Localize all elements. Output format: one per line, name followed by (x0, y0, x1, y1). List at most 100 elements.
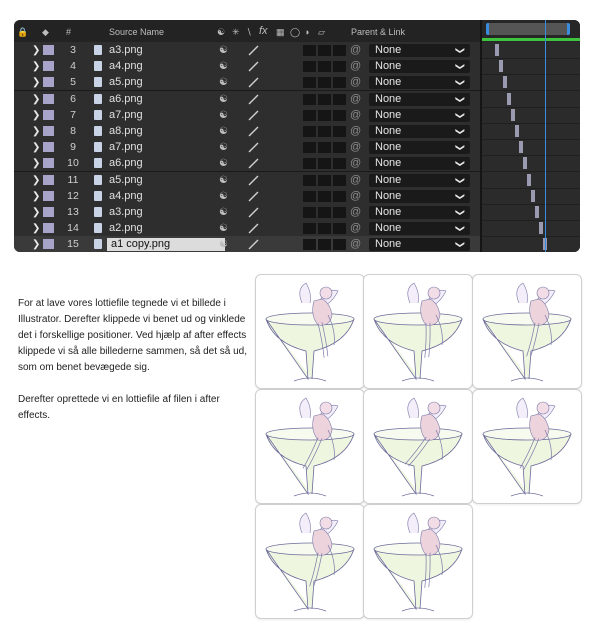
pick-whip-icon[interactable]: @ (350, 60, 361, 73)
label-color-swatch[interactable] (43, 174, 54, 185)
switch-box[interactable] (318, 207, 331, 218)
label-color-swatch[interactable] (43, 207, 54, 217)
switch-box[interactable] (318, 174, 331, 186)
quality-toggle-icon[interactable] (247, 190, 259, 202)
pick-whip-icon[interactable]: @ (350, 174, 361, 187)
layer-row[interactable]: ❯ 9 a7.png ☯ @ None ❯ (14, 139, 480, 157)
quality-toggle-icon[interactable] (247, 60, 259, 72)
expand-chevron-icon[interactable]: ❯ (32, 141, 40, 154)
timeline-area[interactable] (482, 20, 580, 252)
timeline-row[interactable] (482, 123, 580, 140)
parent-dropdown[interactable]: None ❯ (369, 173, 470, 187)
shy-toggle-icon[interactable]: ☯ (219, 222, 228, 235)
pick-whip-icon[interactable]: @ (350, 190, 361, 203)
parent-dropdown[interactable]: None ❯ (369, 60, 470, 74)
layer-duration-bar[interactable] (515, 125, 519, 137)
quality-toggle-icon[interactable] (247, 238, 259, 250)
parent-dropdown[interactable]: None ❯ (369, 238, 470, 252)
timeline-row[interactable] (482, 204, 580, 221)
shy-toggle-icon[interactable]: ☯ (219, 190, 228, 203)
switch-box[interactable] (303, 207, 316, 218)
quality-toggle-icon[interactable] (247, 125, 259, 137)
switch-box[interactable] (333, 142, 346, 154)
switch-box[interactable] (333, 61, 346, 73)
switch-box[interactable] (333, 190, 346, 202)
timeline-row[interactable] (482, 58, 580, 76)
source-name-header[interactable]: Source Name (109, 27, 164, 37)
layer-name[interactable]: a3.png (109, 44, 143, 57)
switch-box[interactable] (333, 239, 346, 251)
quality-toggle-icon[interactable] (247, 93, 259, 105)
switch-box[interactable] (303, 174, 316, 186)
expand-chevron-icon[interactable]: ❯ (32, 238, 40, 251)
timeline-row[interactable] (482, 42, 580, 59)
switch-box[interactable] (318, 190, 331, 202)
parent-dropdown[interactable]: None ❯ (369, 76, 470, 90)
quality-toggle-icon[interactable] (247, 206, 259, 218)
layer-duration-bar[interactable] (523, 157, 527, 170)
adjustment-layer-icon[interactable]: ◑ (304, 27, 309, 37)
label-color-swatch[interactable] (43, 239, 54, 250)
switch-box[interactable] (318, 239, 331, 251)
switch-box[interactable] (318, 142, 331, 154)
layer-duration-bar[interactable] (495, 44, 499, 56)
switch-box[interactable] (303, 239, 316, 251)
quality-toggle-icon[interactable] (247, 174, 259, 186)
switch-box[interactable] (333, 77, 346, 89)
layer-name[interactable]: a5.png (109, 174, 143, 187)
quality-switch-icon[interactable]: ∖ (246, 27, 252, 38)
switch-box[interactable] (333, 93, 346, 105)
layer-row[interactable]: ❯ 12 a4.png ☯ @ None ❯ (14, 187, 480, 205)
switch-box[interactable] (318, 109, 331, 121)
switch-box[interactable] (318, 77, 331, 89)
switch-box[interactable] (303, 126, 316, 137)
switch-box[interactable] (303, 158, 316, 170)
shy-switch-icon[interactable]: ☯ (217, 27, 225, 38)
expand-chevron-icon[interactable]: ❯ (32, 44, 40, 57)
switch-box[interactable] (303, 77, 316, 89)
label-color-swatch[interactable] (43, 126, 54, 136)
layer-duration-bar[interactable] (531, 189, 535, 202)
pick-whip-icon[interactable]: @ (350, 238, 361, 251)
pick-whip-icon[interactable]: @ (350, 222, 361, 235)
shy-toggle-icon[interactable]: ☯ (219, 76, 228, 89)
quality-toggle-icon[interactable] (247, 109, 259, 121)
shy-toggle-icon[interactable]: ☯ (219, 60, 228, 73)
3d-layer-icon[interactable]: ▱ (318, 27, 325, 38)
switch-box[interactable] (303, 109, 316, 121)
parent-dropdown[interactable]: None ❯ (369, 206, 470, 219)
fx-switch-icon[interactable]: fx (259, 25, 268, 37)
motion-blur-icon[interactable]: ◯ (290, 27, 300, 38)
switch-box[interactable] (333, 45, 346, 56)
expand-chevron-icon[interactable]: ❯ (32, 222, 40, 235)
switch-box[interactable] (318, 223, 331, 235)
layer-row[interactable]: ❯ 6 a6.png ☯ @ None ❯ (14, 90, 480, 108)
switch-box[interactable] (333, 109, 346, 121)
pick-whip-icon[interactable]: @ (350, 93, 361, 106)
parent-dropdown[interactable]: None ❯ (369, 92, 470, 106)
layer-duration-bar[interactable] (527, 173, 531, 186)
label-color-swatch[interactable] (43, 61, 54, 72)
pick-whip-icon[interactable]: @ (350, 206, 361, 219)
layer-name[interactable]: a5.png (109, 76, 143, 89)
switch-box[interactable] (318, 61, 331, 73)
timeline-row[interactable] (482, 220, 580, 238)
layer-duration-bar[interactable] (499, 60, 503, 73)
parent-dropdown[interactable]: None ❯ (369, 108, 470, 122)
layer-row[interactable]: ❯ 11 a5.png ☯ @ None ❯ (14, 171, 480, 189)
pick-whip-icon[interactable]: @ (350, 44, 361, 57)
layer-duration-bar[interactable] (535, 206, 539, 218)
layer-row[interactable]: ❯ 14 a2.png ☯ @ None ❯ (14, 220, 480, 238)
playhead[interactable] (545, 20, 546, 252)
expand-chevron-icon[interactable]: ❯ (32, 157, 40, 170)
layer-duration-bar[interactable] (519, 141, 523, 154)
layer-duration-bar[interactable] (503, 76, 507, 89)
expand-chevron-icon[interactable]: ❯ (32, 125, 40, 138)
label-color-swatch[interactable] (43, 142, 54, 153)
shy-toggle-icon[interactable]: ☯ (219, 141, 228, 154)
work-area-bar[interactable] (482, 38, 580, 41)
label-color-swatch[interactable] (43, 77, 54, 88)
quality-toggle-icon[interactable] (247, 76, 259, 88)
parent-dropdown[interactable]: None ❯ (369, 125, 470, 138)
layer-name[interactable]: a7.png (109, 141, 143, 154)
